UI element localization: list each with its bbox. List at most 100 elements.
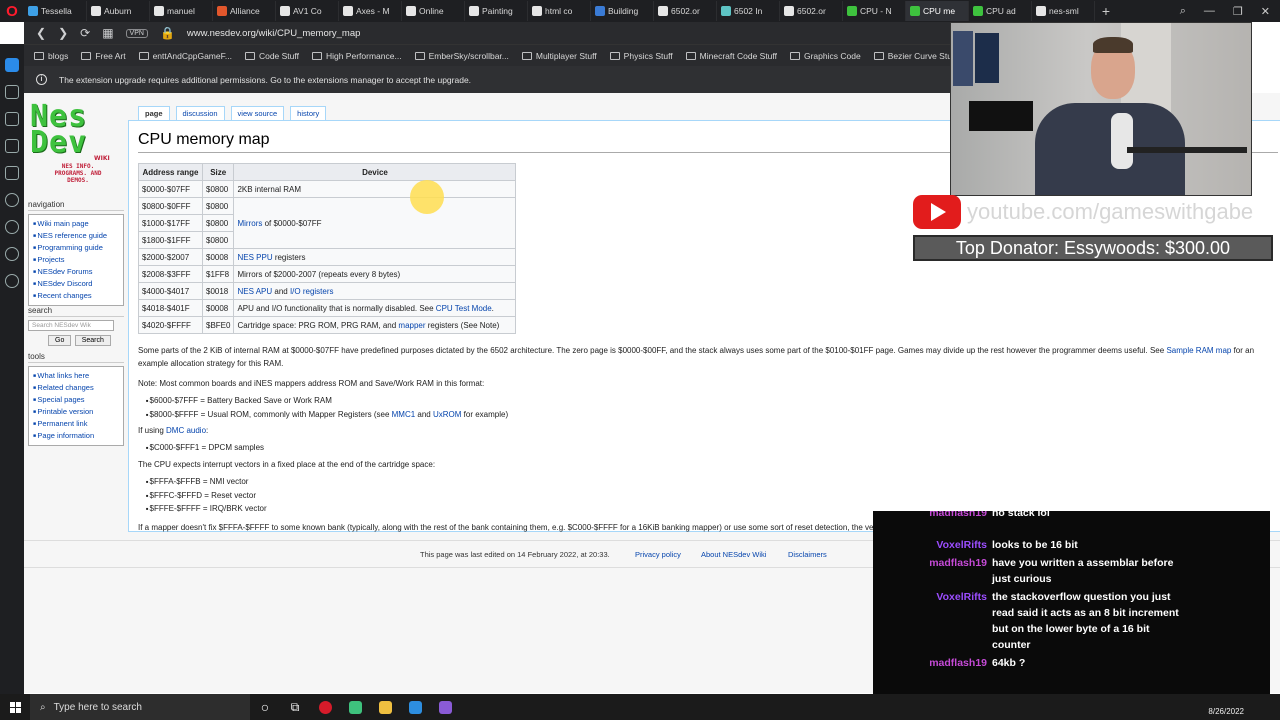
browser-tab[interactable]: html co bbox=[528, 1, 591, 21]
go-button[interactable]: Go bbox=[48, 335, 72, 346]
browser-tab[interactable]: nes-sml bbox=[1032, 1, 1095, 21]
bookmark-item[interactable]: Multiplayer Stuff bbox=[521, 51, 597, 61]
cell-device: 2KB internal RAM bbox=[233, 180, 517, 198]
portal-link[interactable]: Special pages bbox=[33, 394, 119, 406]
sample-ram-map-link[interactable]: Sample RAM map bbox=[1166, 346, 1231, 355]
portal-link[interactable]: NESdev Discord bbox=[33, 278, 119, 290]
search-tabs-icon[interactable]: ⌕ bbox=[1180, 5, 1186, 18]
browser-tab[interactable]: Building bbox=[591, 1, 654, 21]
app-taskbar-icon[interactable] bbox=[340, 694, 370, 720]
tab-history[interactable]: history bbox=[290, 106, 327, 120]
url-field[interactable]: www.nesdev.org/wiki/CPU_memory_map bbox=[187, 28, 361, 39]
bookmark-item[interactable]: enttAndCppGameF... bbox=[138, 51, 232, 61]
portal-link[interactable]: Projects bbox=[33, 254, 119, 266]
file-explorer-icon[interactable] bbox=[370, 694, 400, 720]
settings-icon[interactable] bbox=[5, 274, 19, 288]
new-tab-button[interactable]: + bbox=[1097, 3, 1115, 19]
bookmark-item[interactable]: High Performance... bbox=[311, 51, 402, 61]
search-input[interactable]: Search NESdev Wik bbox=[28, 320, 114, 331]
home-icon[interactable] bbox=[5, 58, 19, 72]
vpn-badge[interactable]: VPN bbox=[125, 28, 148, 38]
folder-icon bbox=[685, 51, 696, 60]
close-icon[interactable]: ✕ bbox=[1261, 5, 1270, 18]
tab-view-source[interactable]: view source bbox=[230, 106, 285, 120]
browser-tab[interactable]: 6502.or bbox=[654, 1, 717, 21]
bookmark-item[interactable]: Graphics Code bbox=[789, 51, 861, 61]
about-link[interactable]: About NESdev Wiki bbox=[701, 550, 766, 559]
browser-tab[interactable]: 6502 In bbox=[717, 1, 780, 21]
portal-link[interactable]: Permanent link bbox=[33, 418, 119, 430]
browser-tab[interactable]: Alliance bbox=[213, 1, 276, 21]
opera-taskbar-icon[interactable] bbox=[310, 694, 340, 720]
browser-tab[interactable]: CPU ad bbox=[969, 1, 1032, 21]
tab-label: Online bbox=[419, 6, 444, 16]
maximize-icon[interactable]: ❐ bbox=[1233, 5, 1243, 18]
chat-text: the stackoverflow question you just bbox=[992, 591, 1171, 603]
tab-label: html co bbox=[545, 6, 573, 16]
bookmark-item[interactable]: blogs bbox=[34, 51, 68, 61]
bookmark-item[interactable]: Free Art bbox=[81, 51, 126, 61]
portal-link[interactable]: NESdev Forums bbox=[33, 266, 119, 278]
wallet-icon[interactable] bbox=[5, 166, 19, 180]
browser-tab[interactable]: AV1 Co bbox=[276, 1, 339, 21]
messenger-icon[interactable] bbox=[5, 85, 19, 99]
mirrors-link[interactable]: Mirrors bbox=[237, 219, 262, 228]
bookmark-item[interactable]: Minecraft Code Stuff bbox=[685, 51, 777, 61]
io-registers-link[interactable]: I/O registers bbox=[290, 287, 334, 296]
nes-ppu-link[interactable]: NES PPU bbox=[237, 253, 272, 262]
browser-tab[interactable]: Axes - M bbox=[339, 1, 402, 21]
portal-link[interactable]: Programming guide bbox=[33, 242, 119, 254]
portal-link[interactable]: Related changes bbox=[33, 382, 119, 394]
browser-tab[interactable]: Auburn bbox=[87, 1, 150, 21]
browser-tab[interactable]: manuel bbox=[150, 1, 213, 21]
tab-favicon-icon bbox=[28, 6, 38, 16]
browser-tab[interactable]: CPU me bbox=[906, 1, 969, 21]
bag-icon[interactable] bbox=[5, 139, 19, 153]
portal-link[interactable]: Printable version bbox=[33, 406, 119, 418]
task-view-icon[interactable]: ⧉ bbox=[280, 694, 310, 720]
tabs-grid-icon[interactable]: ▦ bbox=[102, 26, 113, 40]
portal-link[interactable]: Page information bbox=[33, 430, 119, 442]
chat-message: VoxelRifts the stackoverflow question you… bbox=[873, 589, 1270, 653]
privacy-link[interactable]: Privacy policy bbox=[635, 550, 681, 559]
portal-link[interactable]: Wiki main page bbox=[33, 218, 119, 230]
browser-tab[interactable]: Tessella bbox=[24, 1, 87, 21]
browser-tab[interactable]: Online bbox=[402, 1, 465, 21]
reader-icon[interactable] bbox=[5, 112, 19, 126]
visual-studio-icon[interactable] bbox=[430, 694, 460, 720]
disclaimers-link[interactable]: Disclaimers bbox=[788, 550, 827, 559]
search-button[interactable]: Search bbox=[74, 335, 111, 346]
tab-page[interactable]: page bbox=[138, 106, 170, 120]
portal-link[interactable]: What links here bbox=[33, 370, 119, 382]
back-icon[interactable]: ❮ bbox=[36, 26, 46, 40]
opera-menu-icon[interactable]: O bbox=[0, 0, 24, 22]
mapper-link[interactable]: mapper bbox=[398, 321, 425, 330]
cell-device: NES PPU registers bbox=[233, 248, 517, 266]
minimize-icon[interactable]: — bbox=[1204, 5, 1215, 18]
browser-tab[interactable]: 6502.or bbox=[780, 1, 843, 21]
portal-link[interactable]: Recent changes bbox=[33, 290, 119, 302]
browser-tab[interactable]: Painting bbox=[465, 1, 528, 21]
dmc-audio-link[interactable]: DMC audio bbox=[166, 426, 206, 435]
forward-icon[interactable]: ❯ bbox=[58, 26, 68, 40]
taskbar-search[interactable]: ⌕ Type here to search bbox=[30, 694, 250, 720]
bookmark-item[interactable]: Code Stuff bbox=[244, 51, 299, 61]
nes-apu-link[interactable]: NES APU bbox=[237, 287, 272, 296]
history-icon[interactable] bbox=[5, 247, 19, 261]
tab-discussion[interactable]: discussion bbox=[175, 106, 225, 120]
vscode-icon[interactable] bbox=[400, 694, 430, 720]
reload-icon[interactable]: ⟳ bbox=[80, 26, 90, 40]
heart-icon[interactable] bbox=[5, 220, 19, 234]
bookmark-item[interactable]: Bezier Curve Stuff bbox=[873, 51, 950, 61]
bookmark-item[interactable]: EmberSky/scrollbar... bbox=[414, 51, 509, 61]
player-icon[interactable] bbox=[5, 193, 19, 207]
cpu-test-mode-link[interactable]: CPU Test Mode bbox=[436, 304, 492, 313]
nesdev-logo[interactable]: Nes Dev WIKI NES INFO. PROGRAMS. AND DEM… bbox=[28, 99, 124, 191]
cortana-icon[interactable]: ○ bbox=[250, 694, 280, 720]
mmc1-link[interactable]: MMC1 bbox=[392, 410, 416, 419]
portal-link[interactable]: NES reference guide bbox=[33, 230, 119, 242]
browser-tab[interactable]: CPU - N bbox=[843, 1, 906, 21]
start-button[interactable] bbox=[0, 701, 30, 713]
uxrom-link[interactable]: UxROM bbox=[433, 410, 461, 419]
bookmark-item[interactable]: Physics Stuff bbox=[609, 51, 673, 61]
